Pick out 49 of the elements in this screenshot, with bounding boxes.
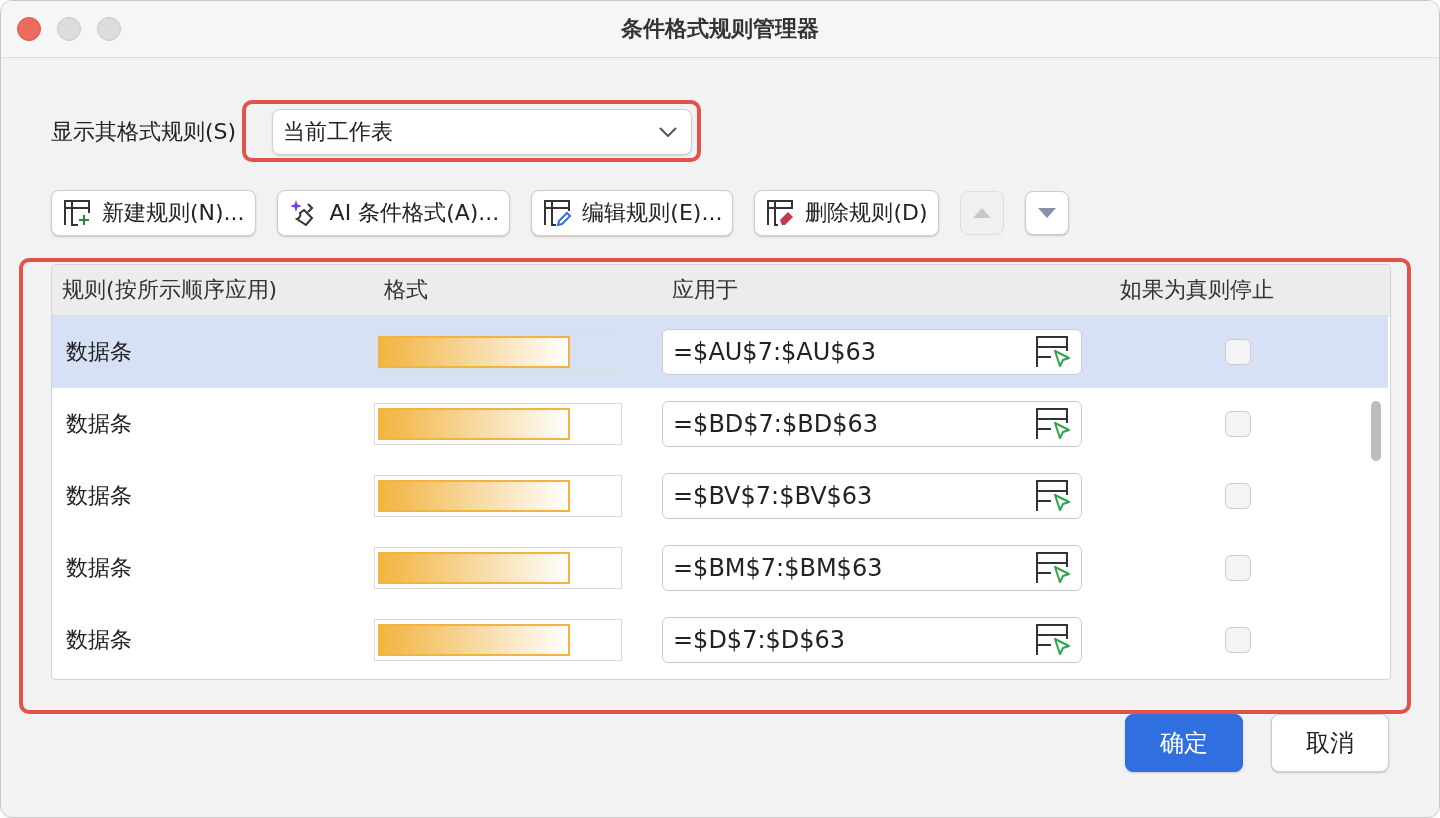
move-down-button[interactable] xyxy=(1024,191,1069,235)
table-row[interactable]: 数据条 =$BV$7:$BV$63 xyxy=(52,460,1388,532)
scope-dropdown[interactable]: 当前工作表 xyxy=(272,109,693,155)
ai-format-button[interactable]: AI 条件格式(A)... xyxy=(276,190,511,236)
scrollbar-thumb[interactable] xyxy=(1371,401,1381,461)
stop-if-true-checkbox[interactable] xyxy=(1225,627,1251,653)
column-header: 应用于 xyxy=(671,276,739,304)
rule-name: 数据条 xyxy=(66,338,133,366)
table-row[interactable]: 数据条 =$D$7:$D$63 xyxy=(52,604,1388,676)
table-plus-icon xyxy=(62,198,92,228)
column-header: 格式 xyxy=(383,276,429,304)
range-select-icon[interactable] xyxy=(1035,407,1071,441)
rule-name: 数据条 xyxy=(66,626,133,654)
table-row[interactable]: 数据条 =$BM$7:$BM$63 xyxy=(52,532,1388,604)
ok-button[interactable]: 确定 xyxy=(1125,714,1243,772)
range-select-icon[interactable] xyxy=(1035,551,1071,585)
range-field[interactable]: =$D$7:$D$63 xyxy=(662,617,1082,663)
stop-if-true-checkbox[interactable] xyxy=(1225,339,1251,365)
close-button[interactable] xyxy=(17,17,41,41)
stop-if-true-checkbox[interactable] xyxy=(1225,411,1251,437)
table-pencil-icon xyxy=(542,198,573,228)
range-select-icon[interactable] xyxy=(1035,623,1071,657)
scope-label: 显示其格式规则(S) xyxy=(51,118,237,146)
table-row[interactable]: 数据条 =$BD$7:$BD$63 xyxy=(52,388,1388,460)
range-select-icon[interactable] xyxy=(1035,335,1071,369)
new-rule-button[interactable]: 新建规则(N)... xyxy=(51,190,256,236)
triangle-up-icon xyxy=(972,208,991,218)
range-field[interactable]: =$BM$7:$BM$63 xyxy=(662,545,1082,591)
selected-row[interactable]: 数据条 =$AU$7:$AU$63 xyxy=(52,316,1388,388)
column-header: 如果为真则停止 xyxy=(1119,276,1275,304)
stop-if-true-checkbox[interactable] xyxy=(1225,555,1251,581)
chevron-down-icon xyxy=(659,127,678,137)
window-title: 条件格式规则管理器 xyxy=(620,15,820,43)
cancel-button[interactable]: 取消 xyxy=(1271,714,1389,772)
edit-rule-button[interactable]: 编辑规则(E)... xyxy=(531,190,734,236)
zoom-button[interactable] xyxy=(97,17,121,41)
range-field[interactable]: =$BV$7:$BV$63 xyxy=(662,473,1082,519)
range-field[interactable]: =$AU$7:$AU$63 xyxy=(662,329,1082,375)
range-field[interactable]: =$BD$7:$BD$63 xyxy=(662,401,1082,447)
stop-if-true-checkbox[interactable] xyxy=(1225,483,1251,509)
triangle-down-icon xyxy=(1037,208,1056,218)
rule-name: 数据条 xyxy=(66,482,133,510)
minimize-button[interactable] xyxy=(57,17,81,41)
table-eraser-icon xyxy=(765,198,796,228)
range-select-icon[interactable] xyxy=(1035,479,1071,513)
delete-rule-button[interactable]: 删除规则(D) xyxy=(754,190,939,236)
column-header: 规则(按所示顺序应用) xyxy=(61,276,279,304)
rule-name: 数据条 xyxy=(66,410,133,438)
rule-name: 数据条 xyxy=(66,554,133,582)
